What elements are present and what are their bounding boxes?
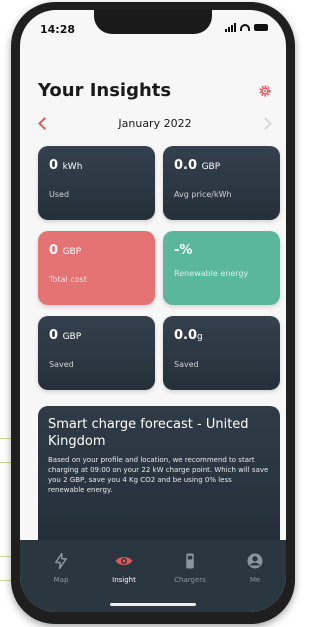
card-label: Total cost	[49, 275, 87, 284]
status-time: 14:28	[40, 23, 76, 36]
card-value: 0.0g	[174, 328, 203, 343]
card-label: Renewable energy	[174, 269, 249, 278]
value-unit: GBP	[201, 162, 221, 172]
card-label: Saved	[49, 360, 74, 369]
status-icons	[225, 23, 268, 32]
card-label: Avg price/kWh	[174, 190, 232, 199]
value-unit: kWh	[62, 162, 83, 172]
battery-icon	[254, 24, 268, 31]
page-title: Your Insights	[38, 80, 172, 101]
home-indicator	[110, 603, 196, 606]
forecast-description: Based on your profile and location, we r…	[48, 456, 269, 494]
user-icon	[247, 553, 263, 569]
eye-icon	[115, 557, 133, 565]
tab-label: Me	[249, 576, 261, 584]
card-saved-co2[interactable]: 0.0g Saved	[163, 316, 280, 390]
forecast-title: Smart charge forecast - United Kingdom	[48, 417, 249, 449]
tab-insight[interactable]: Insight	[101, 552, 147, 584]
card-label: Saved	[174, 360, 199, 369]
card-renewable[interactable]: -% Renewable energy	[163, 231, 280, 305]
value-number: 0	[49, 243, 59, 258]
value-number: 0	[49, 158, 59, 173]
phone-frame: 14:28 Your Insights January 2022 0 kWh U…	[11, 2, 295, 624]
value-number: -%	[174, 243, 193, 258]
card-label: Used	[49, 190, 70, 199]
value-number: 0.0	[174, 158, 198, 173]
tab-label: Insight	[112, 576, 136, 584]
tab-map[interactable]: Map	[38, 552, 84, 584]
card-used[interactable]: 0 kWh Used	[38, 146, 155, 220]
card-value: 0.0 GBP	[174, 158, 220, 173]
card-value: 0 GBP	[49, 328, 81, 343]
gear-icon[interactable]	[258, 84, 272, 98]
tab-me[interactable]: Me	[232, 552, 278, 584]
value-unit: g	[197, 332, 203, 342]
month-navigator: January 2022	[38, 116, 272, 136]
card-saved-money[interactable]: 0 GBP Saved	[38, 316, 155, 390]
notch	[94, 10, 212, 34]
tab-label: Chargers	[174, 576, 206, 584]
value-unit: GBP	[62, 247, 82, 257]
card-total-cost[interactable]: 0 GBP Total cost	[38, 231, 155, 305]
app-screen: 14:28 Your Insights January 2022 0 kWh U…	[20, 10, 286, 612]
charger-icon	[186, 553, 194, 569]
wifi-icon	[240, 24, 250, 31]
card-avg-price[interactable]: 0.0 GBP Avg price/kWh	[163, 146, 280, 220]
bottom-tab-bar: Map Insight Chargers Me	[20, 540, 286, 612]
value-number: 0.0	[174, 328, 198, 343]
card-value: 0 kWh	[49, 158, 82, 173]
value-unit: GBP	[62, 332, 82, 342]
card-value: -%	[174, 243, 192, 258]
value-number: 0	[49, 328, 59, 343]
month-label: January 2022	[118, 117, 192, 130]
tab-label: Map	[53, 576, 69, 584]
card-value: 0 GBP	[49, 243, 81, 258]
bolt-icon	[55, 552, 67, 570]
tab-chargers[interactable]: Chargers	[167, 552, 213, 584]
signal-icon	[225, 23, 236, 32]
